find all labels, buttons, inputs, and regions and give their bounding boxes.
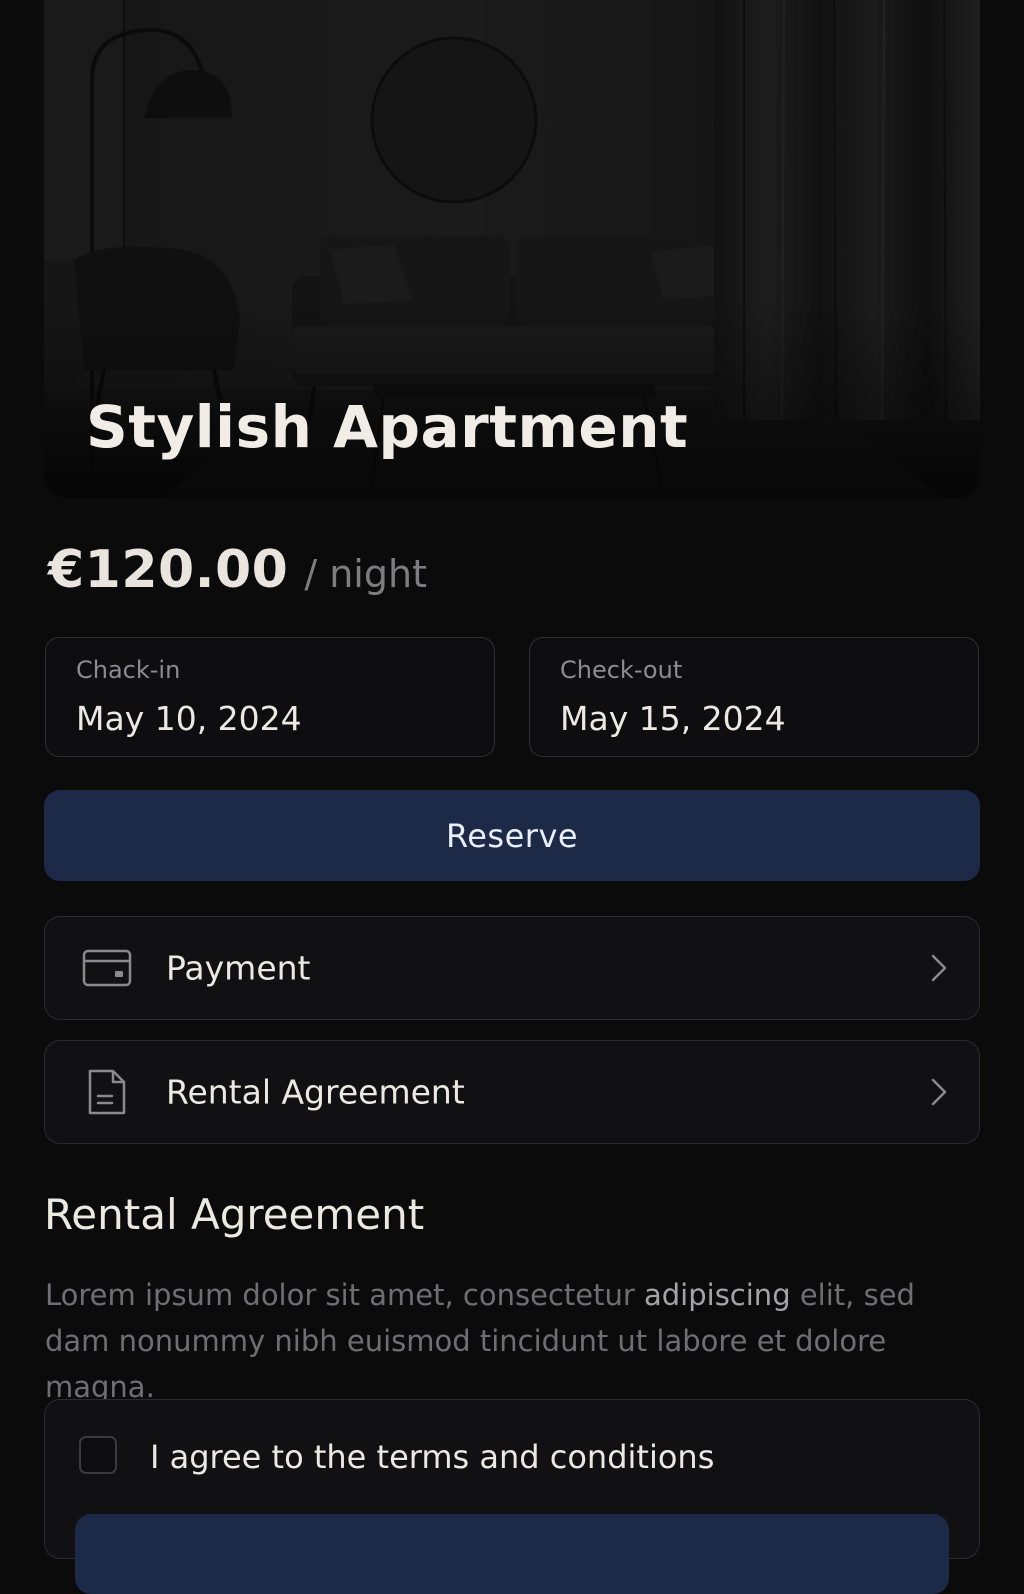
terms-checkbox[interactable] — [79, 1436, 117, 1474]
agreement-heading: Rental Agreement — [44, 1190, 425, 1239]
credit-card-icon — [81, 942, 133, 994]
terms-card: I agree to the terms and conditions — [44, 1399, 980, 1594]
checkout-field[interactable]: Check-out May 15, 2024 — [529, 637, 979, 757]
listing-title: Stylish Apartment — [86, 393, 689, 461]
terms-label: I agree to the terms and conditions — [150, 1438, 715, 1476]
agreement-body-text: Lorem ipsum dolor sit amet, consectetur … — [45, 1272, 981, 1410]
chevron-right-icon — [931, 1078, 947, 1106]
checkout-label: Check-out — [560, 656, 683, 684]
agreement-body-highlight: adipiscing — [644, 1278, 791, 1312]
menu-item-label: Rental Agreement — [166, 1072, 465, 1112]
listing-hero-image: Stylish Apartment — [44, 0, 980, 498]
price-unit: / night — [304, 552, 427, 596]
agreement-body-part1: Lorem ipsum dolor sit amet, consectetur — [45, 1278, 644, 1312]
checkin-label: Chack-in — [76, 656, 181, 684]
menu-item-label: Payment — [166, 948, 311, 988]
chevron-right-icon — [931, 954, 947, 982]
price-row: €120.00 / night — [48, 540, 427, 600]
document-icon — [81, 1066, 133, 1118]
checkout-value: May 15, 2024 — [560, 699, 786, 738]
menu-item-payment[interactable]: Payment — [44, 916, 980, 1020]
menu-item-rental-agreement[interactable]: Rental Agreement — [44, 1040, 980, 1144]
price-amount: €120.00 — [48, 540, 289, 600]
reserve-button[interactable]: Reserve — [44, 790, 980, 881]
confirm-button[interactable] — [75, 1514, 949, 1594]
checkin-value: May 10, 2024 — [76, 699, 302, 738]
checkin-field[interactable]: Chack-in May 10, 2024 — [45, 637, 495, 757]
